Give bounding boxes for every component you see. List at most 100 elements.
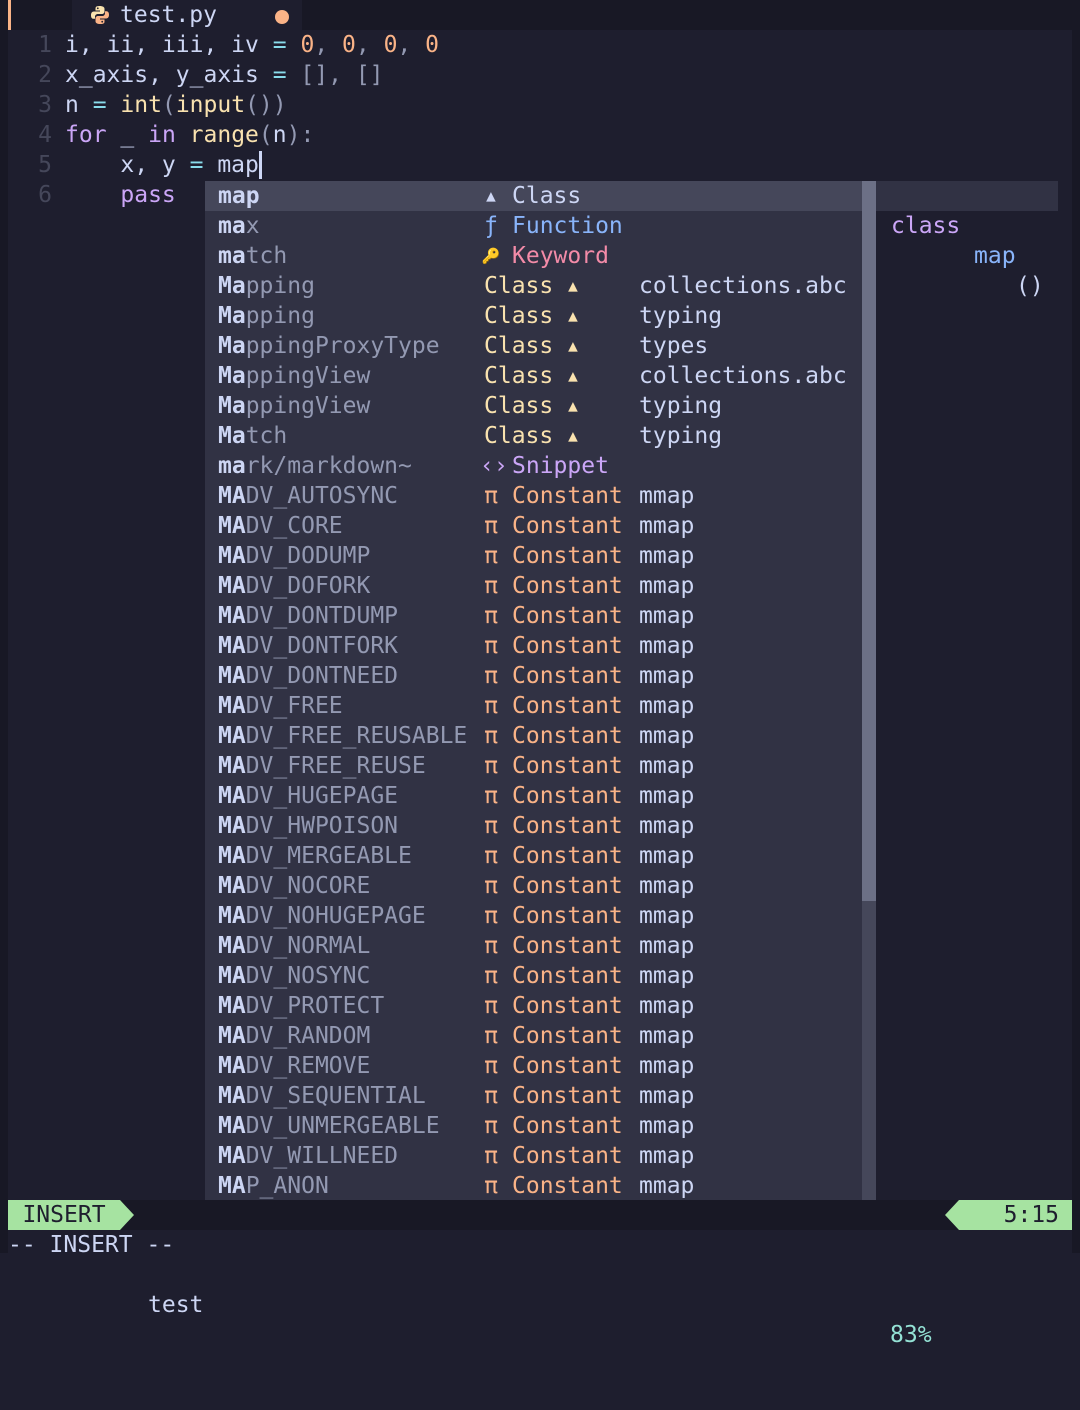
doc-name: map [974,243,1016,269]
completion-item-source: mmap [639,573,695,599]
completion-item[interactable]: MADV_DONTDUMP π Constant mmap [205,601,862,631]
completion-item[interactable]: MADV_RANDOM π Constant mmap [205,1021,862,1051]
command-line[interactable]: -- INSERT -- [8,1230,174,1260]
constant-icon: π [484,663,498,689]
completion-item-name: MADV_NOSYNC [218,961,370,991]
completion-item-kind: Constant [512,783,623,809]
completion-menu: map ▲ Class max ƒ Function match 🔑 Keyword Mappin… [205,181,876,1230]
constant-icon: π [484,693,498,719]
completion-item[interactable]: MADV_DONTNEED π Constant mmap [205,661,862,691]
completion-item[interactable]: MADV_HUGEPAGE π Constant mmap [205,781,862,811]
python-icon [91,6,109,24]
completion-item-name: mark/markdown~ [218,451,412,481]
doc-keyword: class [891,213,961,239]
completion-item-rest: DV_NOHUGEPAGE [245,903,426,929]
completion-item-kind: Constant [512,993,623,1019]
completion-item-match: MA [218,543,246,569]
completion-item[interactable]: Match ▲ Class typing [205,421,862,451]
completion-item[interactable]: MADV_NOHUGEPAGE π Constant mmap [205,901,862,931]
completion-item[interactable]: MADV_HWPOISON π Constant mmap [205,811,862,841]
code-token: x, y [65,152,190,178]
constant-icon: π [484,1173,498,1199]
tab-test-py[interactable]: test.py [72,0,302,30]
completion-item-name: MADV_DOFORK [218,571,370,601]
completion-item-kind: Constant [512,1143,623,1169]
completion-item[interactable]: MADV_NOSYNC π Constant mmap [205,961,862,991]
code-token: , [397,32,426,58]
completion-item-match: MA [218,873,246,899]
position-separator [945,1200,959,1230]
completion-item-rest: DV_AUTOSYNC [245,483,399,509]
completion-item[interactable]: mark/markdown~ ‹› Snippet [205,451,862,481]
completion-item-source: mmap [639,543,695,569]
completion-item[interactable]: MappingView ▲ Class typing [205,391,862,421]
completion-item-name: MADV_FREE [218,691,343,721]
completion-item[interactable]: MADV_DONTFORK π Constant mmap [205,631,862,661]
completion-item-rest: pping [245,303,315,329]
completion-item[interactable]: MADV_UNMERGEABLE π Constant mmap [205,1111,862,1141]
code-token: [], [] [286,62,384,88]
completion-item-rest: DV_SEQUENTIAL [245,1083,426,1109]
completion-item-rest: tch [245,243,288,269]
completion-item[interactable]: MADV_FREE_REUSE π Constant mmap [205,751,862,781]
completion-item-name: MADV_HUGEPAGE [218,781,398,811]
tab-accent [8,0,11,30]
completion-item-rest: DV_WILLNEED [245,1143,399,1169]
completion-item[interactable]: MADV_AUTOSYNC π Constant mmap [205,481,862,511]
completion-item[interactable]: Mapping ▲ Class collections.abc [205,271,862,301]
cursor-position-text: 5:15 [1003,1202,1059,1228]
completion-item[interactable]: Mapping ▲ Class typing [205,301,862,331]
completion-item[interactable]: MADV_MERGEABLE π Constant mmap [205,841,862,871]
completion-item-source: mmap [639,1023,695,1049]
completion-item[interactable]: MADV_NORMAL π Constant mmap [205,931,862,961]
completion-item[interactable]: MADV_PROTECT π Constant mmap [205,991,862,1021]
completion-item[interactable]: map ▲ Class [205,181,862,211]
completion-item[interactable]: MADV_FREE_REUSABLE π Constant mmap [205,721,862,751]
completion-item-name: MADV_FREE_REUSABLE [218,721,467,751]
completion-item[interactable]: MADV_WILLNEED π Constant mmap [205,1141,862,1171]
line-number: 6 [38,182,52,208]
completion-item-kind: Constant [512,963,623,989]
completion-item[interactable]: MAP_ANON π Constant mmap [205,1171,862,1201]
completion-item-name: MADV_REMOVE [218,1051,370,1081]
code-token: 0 [383,32,398,58]
completion-item-name: MappingProxyType [218,331,440,361]
code-token: = [272,32,287,58]
completion-item-rest: DV_REMOVE [245,1053,371,1079]
completion-scrollbar-thumb[interactable] [862,181,876,901]
completion-item[interactable]: MADV_DOFORK π Constant mmap [205,571,862,601]
completion-item-match: MA [218,663,246,689]
constant-icon: π [484,573,498,599]
completion-item[interactable]: MADV_FREE π Constant mmap [205,691,862,721]
completion-item-name: Mapping [218,301,315,331]
completion-item-rest: pping [245,273,315,299]
completion-item[interactable]: MADV_CORE π Constant mmap [205,511,862,541]
completion-item[interactable]: MADV_REMOVE π Constant mmap [205,1051,862,1081]
constant-icon: π [484,1143,498,1169]
completion-item[interactable]: max ƒ Function [205,211,862,241]
completion-item-source: types [639,333,709,359]
completion-item-match: Ma [218,423,246,449]
class-icon: ▲ [568,336,578,355]
completion-item[interactable]: MappingView ▲ Class collections.abc [205,361,862,391]
completion-item[interactable]: MADV_NOCORE π Constant mmap [205,871,862,901]
completion-item-source: mmap [639,513,695,539]
completion-item-rest: DV_DONTNEED [245,663,399,689]
completion-item[interactable]: MappingProxyType ▲ Class types [205,331,862,361]
completion-item-kind: Constant [512,1113,623,1139]
statusline: INSERT test 83% 5:15 [8,1200,1072,1348]
completion-item[interactable]: MADV_DODUMP π Constant mmap [205,541,862,571]
completion-item[interactable]: match 🔑 Keyword [205,241,862,271]
completion-item-source: typing [639,303,723,329]
completion-item-rest: DV_FREE [245,693,343,719]
constant-icon: π [484,873,498,899]
completion-item-kind: Class [484,273,554,299]
code-token: = [189,152,204,178]
code-token: 0 [425,32,439,58]
completion-item-kind: Constant [512,843,623,869]
function-icon: ƒ [484,213,498,239]
completion-item[interactable]: MADV_SEQUENTIAL π Constant mmap [205,1081,862,1111]
completion-item-match: MA [218,903,246,929]
